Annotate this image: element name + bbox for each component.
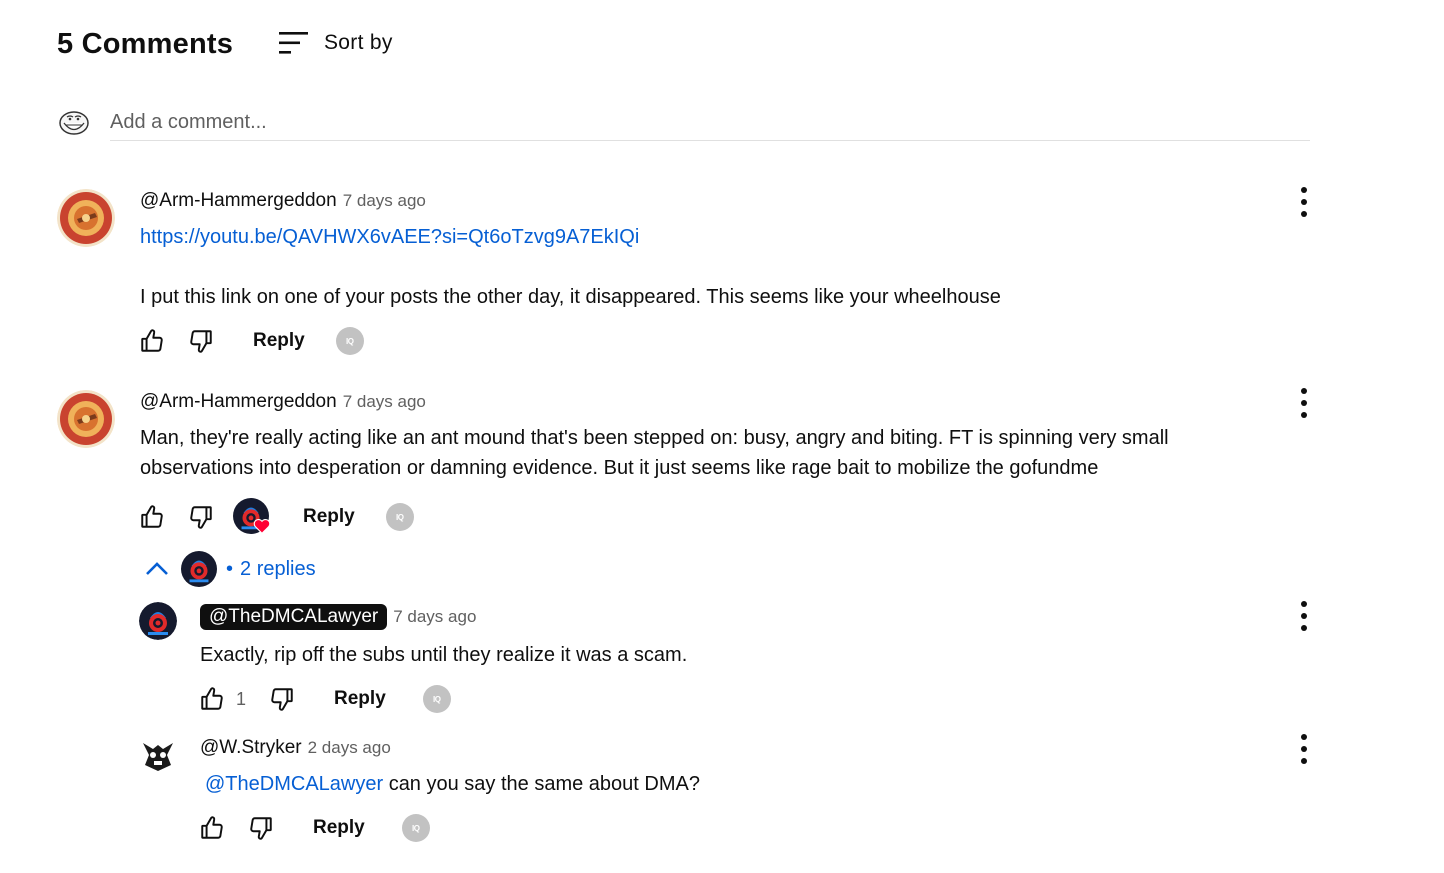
like-icon <box>199 815 225 841</box>
replier-avatar <box>181 551 217 587</box>
iq-badge-icon[interactable]: IQ <box>335 327 364 355</box>
add-comment-input[interactable] <box>110 104 1310 141</box>
reply-2-actions: Reply IQ <box>198 814 430 842</box>
like-button[interactable] <box>198 814 226 842</box>
like-icon <box>199 686 225 712</box>
like-button[interactable] <box>198 685 226 713</box>
reply-button[interactable]: Reply <box>313 817 365 839</box>
reply-1-more-vert-icon[interactable] <box>1297 601 1311 631</box>
comment-2-avatar[interactable] <box>57 390 115 448</box>
comment-2-text-line-2: observations into desperation or damning… <box>140 457 1099 479</box>
comments-count-title: 5 Comments <box>57 28 234 60</box>
sort-button[interactable]: Sort by <box>278 30 393 56</box>
reply-1-text: Exactly, rip off the subs until they rea… <box>200 644 688 666</box>
comment-1-text: I put this link on one of your posts the… <box>140 286 1001 308</box>
comment-1-link-line: https://youtu.be/QAVHWX6vAEE?si=Qt6oTzvg… <box>140 222 639 252</box>
reply-button[interactable]: Reply <box>334 688 386 710</box>
like-button[interactable] <box>138 503 166 531</box>
like-icon <box>139 504 165 530</box>
dislike-button[interactable] <box>187 327 215 355</box>
reply-1-author-chip[interactable]: @TheDMCALawyer <box>200 604 388 630</box>
dislike-icon <box>188 328 214 354</box>
comment-2-author[interactable]: @Arm-Hammergeddon <box>140 391 337 412</box>
replies-separator: • <box>226 557 234 580</box>
dislike-button[interactable] <box>247 814 275 842</box>
comment-1-header: @Arm-Hammergeddon 7 days ago <box>140 190 426 212</box>
comment-1-more-vert-icon[interactable] <box>1297 187 1311 217</box>
reply-2-text-line: @TheDMCALawyer can you say the same abou… <box>205 769 700 799</box>
sort-icon <box>279 32 308 54</box>
like-count: 1 <box>236 688 247 709</box>
comment-2-time[interactable]: 7 days ago <box>343 392 426 411</box>
reply-2-header: @W.Stryker 2 days ago <box>200 737 391 759</box>
reply-2-text: can you say the same about DMA? <box>388 773 700 795</box>
creator-heart <box>233 498 271 536</box>
like-icon <box>139 328 165 354</box>
reply-2-author[interactable]: @W.Stryker <box>200 737 302 758</box>
reply-2-time[interactable]: 2 days ago <box>308 738 391 757</box>
comment-1-actions: Reply IQ <box>138 327 364 355</box>
reply-2-more-vert-icon[interactable] <box>1297 734 1311 764</box>
reply-2-mention-link[interactable]: @TheDMCALawyer <box>205 773 383 795</box>
comment-2-more-vert-icon[interactable] <box>1297 388 1311 418</box>
dislike-icon <box>248 815 274 841</box>
reply-1-actions: 1 Reply IQ <box>198 685 451 713</box>
comment-2-header: @Arm-Hammergeddon 7 days ago <box>140 391 426 413</box>
chevron-up-icon <box>146 562 168 575</box>
reply-1-header: @TheDMCALawyer 7 days ago <box>200 604 476 630</box>
replies-toggle[interactable]: • 2 replies <box>145 551 316 587</box>
reply-2-avatar[interactable] <box>139 735 177 773</box>
heart-icon <box>253 519 271 534</box>
comment-1-time[interactable]: 7 days ago <box>343 191 426 210</box>
iq-badge-icon[interactable]: IQ <box>385 503 414 531</box>
user-avatar <box>58 106 90 138</box>
comment-2-actions: Reply IQ <box>138 498 414 536</box>
comment-1-link[interactable]: https://youtu.be/QAVHWX6vAEE?si=Qt6oTzvg… <box>140 226 639 248</box>
replies-count[interactable]: 2 replies <box>240 558 316 581</box>
dislike-icon <box>269 686 295 712</box>
comment-1-avatar[interactable] <box>57 189 115 247</box>
reply-1-time[interactable]: 7 days ago <box>393 607 476 627</box>
comment-1-author[interactable]: @Arm-Hammergeddon <box>140 190 337 211</box>
iq-badge-icon[interactable]: IQ <box>401 814 430 842</box>
dislike-button[interactable] <box>187 503 215 531</box>
like-button[interactable] <box>138 327 166 355</box>
comment-2-text-line-1: Man, they're really acting like an ant m… <box>140 427 1169 449</box>
reply-button[interactable]: Reply <box>303 506 355 528</box>
sort-label: Sort by <box>324 31 393 54</box>
dislike-icon <box>188 504 214 530</box>
reply-1-avatar[interactable] <box>139 602 177 640</box>
iq-badge-icon[interactable]: IQ <box>422 685 451 713</box>
reply-button[interactable]: Reply <box>253 330 305 352</box>
dislike-button[interactable] <box>268 685 296 713</box>
